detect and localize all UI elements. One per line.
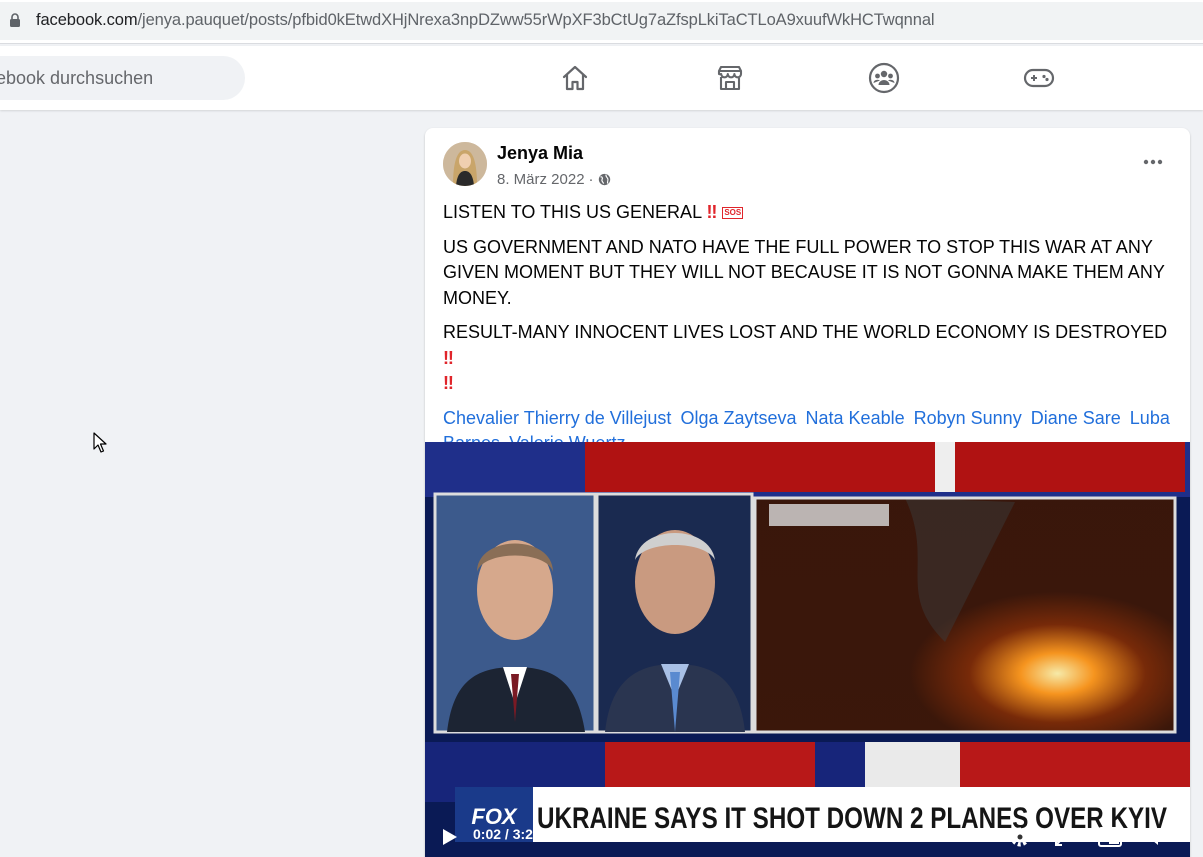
marketplace-icon[interactable] [712, 60, 748, 96]
tag-link[interactable]: Olga Zaytseva [680, 408, 796, 428]
play-icon [443, 829, 457, 845]
double-exclamation-icon: ‼ [443, 373, 454, 393]
post-paragraph: LISTEN TO THIS US GENERAL ‼ SOS [443, 200, 1178, 226]
more-icon [1143, 159, 1163, 165]
browser-url-bar: facebook.com/jenya.pauquet/posts/pfbid0k… [0, 0, 1203, 44]
volume-muted-icon [1147, 829, 1169, 845]
post-paragraph: US GOVERNMENT AND NATO HAVE THE FULL POW… [443, 236, 1165, 308]
video-controls: 0:02 / 3:28 [425, 816, 1190, 856]
avatar[interactable] [443, 142, 487, 186]
lock-icon[interactable] [9, 13, 21, 27]
video-time: 0:02 / 3:28 [473, 826, 541, 842]
paragraph-text: RESULT-MANY INNOCENT LIVES LOST AND THE … [443, 322, 1168, 342]
tag-link[interactable]: Chevalier Thierry de Villejust [443, 408, 671, 428]
post-card: Jenya Mia 8. März 2022 · LISTEN TO THIS … [425, 128, 1190, 857]
settings-button[interactable] [1007, 824, 1033, 850]
mute-button[interactable] [1145, 824, 1171, 850]
video-progress-fill [553, 835, 558, 838]
paragraph-text: LISTEN TO THIS US GENERAL [443, 202, 702, 222]
tag-link[interactable]: Robyn Sunny [914, 408, 1022, 428]
video-player[interactable]: FOX UKRAINE SAYS IT SHOT DOWN 2 PLANES O… [425, 442, 1190, 857]
meta-separator: · [588, 171, 594, 188]
tag-link[interactable]: Diane Sare [1031, 408, 1121, 428]
url-path: /jenya.pauquet/posts/pfbid0kEtwdXHjNrexa… [137, 11, 935, 29]
video-frame: FOX UKRAINE SAYS IT SHOT DOWN 2 PLANES O… [425, 442, 1190, 857]
tag-link[interactable]: Nata Keable [806, 408, 905, 428]
fullscreen-button[interactable] [1051, 824, 1077, 850]
groups-icon[interactable] [866, 60, 902, 96]
url-domain: facebook.com [36, 11, 138, 29]
url-text[interactable]: facebook.com/jenya.pauquet/posts/pfbid0k… [36, 11, 935, 30]
double-exclamation-icon: ‼ [706, 202, 718, 222]
mouse-cursor-icon [93, 432, 107, 453]
globe-icon [598, 173, 610, 186]
gaming-icon[interactable] [1021, 60, 1057, 96]
sos-icon: SOS [722, 207, 744, 220]
author-name[interactable]: Jenya Mia [497, 143, 583, 164]
home-icon[interactable] [557, 60, 593, 96]
search-box[interactable] [0, 56, 245, 100]
search-input[interactable] [0, 56, 236, 100]
post-date[interactable]: 8. März 2022 [497, 171, 585, 188]
picture-in-picture-icon [1098, 827, 1122, 847]
post-meta: 8. März 2022 · [497, 171, 611, 188]
post-paragraph: RESULT-MANY INNOCENT LIVES LOST AND THE … [443, 320, 1178, 397]
facebook-top-nav [0, 46, 1203, 110]
video-progress-bar[interactable] [553, 835, 983, 838]
play-button[interactable] [437, 824, 463, 850]
more-options-button[interactable] [1139, 148, 1167, 176]
post-text: LISTEN TO THIS US GENERAL ‼ SOS US GOVER… [443, 200, 1178, 457]
double-exclamation-icon: ‼ [443, 347, 454, 368]
settings-icon [1010, 827, 1030, 847]
fullscreen-icon [1055, 828, 1073, 846]
picture-in-picture-button[interactable] [1097, 824, 1123, 850]
